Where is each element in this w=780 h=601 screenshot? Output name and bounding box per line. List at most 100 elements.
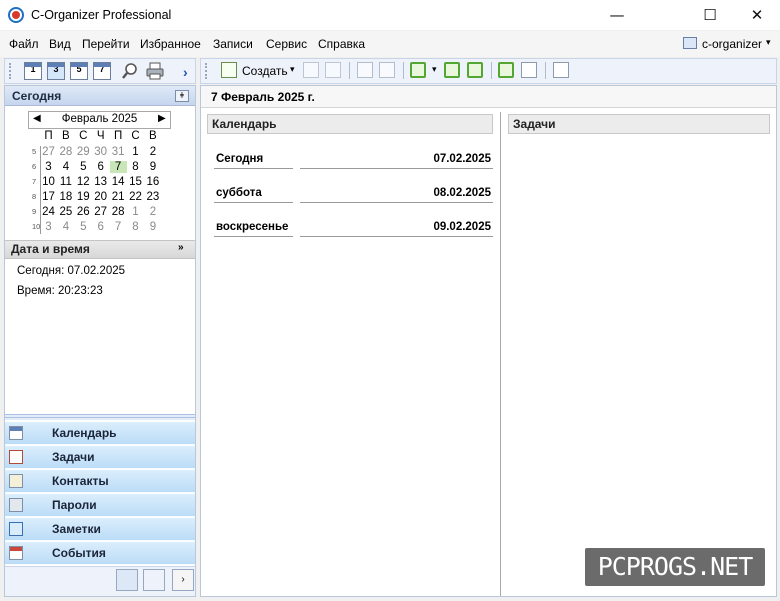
maximize-button[interactable]: ☐ [687,0,733,31]
calendar-day[interactable]: 8 [127,221,144,233]
menu-go[interactable]: Перейти [82,37,130,51]
calendar-day[interactable]: 26 [75,206,92,218]
calendar-day[interactable]: 6 [92,161,109,173]
view-5-days-button[interactable]: 5 [70,62,88,80]
day-name[interactable]: суббота [216,187,262,199]
search-icon[interactable] [121,62,139,80]
calendar-next-month-icon[interactable]: ▶ [158,113,166,124]
nav-events[interactable]: События [5,542,195,565]
calendar-day[interactable]: 10 [40,176,57,188]
toolbar-grip[interactable] [9,63,12,79]
calendar-day[interactable]: 4 [57,221,74,233]
calendar-day[interactable]: 28 [57,146,74,158]
menu-records[interactable]: Записи [213,37,253,51]
view-3-days-button[interactable]: 3 [47,62,65,80]
nav-notes[interactable]: Заметки [5,518,195,541]
pin-icon[interactable]: ǂ [175,90,189,102]
delete-icon[interactable] [325,62,341,78]
print-icon[interactable] [146,62,164,80]
calendar-day[interactable]: 15 [127,176,144,188]
calendar-day[interactable]: 22 [127,191,144,203]
calendar-day[interactable]: 13 [92,176,109,188]
nav-passwords[interactable]: Пароли [5,494,195,517]
calendar-day[interactable]: 25 [57,206,74,218]
events-view-icon[interactable] [467,62,483,78]
nav-contacts[interactable]: Контакты [5,470,195,493]
edit-icon[interactable] [303,62,319,78]
collapse-icon[interactable]: » [178,242,184,253]
profile-label[interactable]: c-organizer [702,37,762,51]
calendar-day[interactable]: 20 [92,191,109,203]
view-1-day-button[interactable]: 1 [24,62,42,80]
calendar-day[interactable]: 31 [110,146,127,158]
layout-icon[interactable] [553,62,569,78]
calendar-day[interactable]: 9 [144,161,161,173]
calendar-day[interactable]: 17 [40,191,57,203]
nav-contacts-label: Контакты [52,474,109,488]
calendar-day[interactable]: 1 [127,146,144,158]
calendar-prev-month-icon[interactable]: ◀ [33,113,41,124]
day-name[interactable]: Сегодня [216,153,263,165]
calendar-day[interactable]: 6 [92,221,109,233]
calendar-day[interactable]: 7 [109,161,127,173]
calendar-day[interactable]: 11 [57,176,74,188]
contacts-view-icon[interactable] [444,62,460,78]
calendar-day[interactable]: 24 [40,206,57,218]
day-date[interactable]: 07.02.2025 [300,153,491,165]
menu-help[interactable]: Справка [318,37,365,51]
calendar-day[interactable]: 21 [110,191,127,203]
calendar-day[interactable]: 9 [144,221,161,233]
calendar-day[interactable]: 2 [144,146,161,158]
toolbar-more-icon[interactable]: › [183,64,188,80]
calendar-day[interactable]: 27 [92,206,109,218]
view-7-days-button[interactable]: 7 [93,62,111,80]
calendar-day[interactable]: 16 [144,176,161,188]
calendar-day[interactable]: 5 [75,221,92,233]
create-button[interactable]: Создать [242,64,288,78]
calendar-day[interactable]: 30 [92,146,109,158]
menu-file[interactable]: Файл [9,37,39,51]
calendar-day[interactable]: 23 [144,191,161,203]
minimize-button[interactable]: — [594,0,640,31]
menu-favorites[interactable]: Избранное [140,37,201,51]
calendar-day[interactable]: 7 [110,221,127,233]
tasks-view-icon[interactable] [410,62,426,78]
calendar-day[interactable]: 3 [40,221,57,233]
calendar-day[interactable]: 4 [57,161,74,173]
day-date[interactable]: 08.02.2025 [300,187,491,199]
calendar-day[interactable]: 2 [144,206,161,218]
create-icon[interactable] [221,62,237,78]
menu-tools[interactable]: Сервис [266,37,307,51]
nav-tasks[interactable]: Задачи [5,446,195,469]
calendar-day[interactable]: 18 [57,191,74,203]
profile-icon[interactable] [683,37,697,49]
navigation-splitter[interactable] [5,414,195,420]
calendar-day[interactable]: 14 [110,176,127,188]
calendar-day[interactable]: 5 [75,161,92,173]
calendar-day[interactable]: 8 [127,161,144,173]
checklist-icon[interactable] [357,62,373,78]
calendar-settings-icon[interactable] [116,569,138,591]
checklist-green-icon[interactable] [498,62,514,78]
tasks-view-dropdown-icon[interactable]: ▾ [432,64,437,75]
nav-more-icon[interactable]: › [172,569,194,591]
profile-dropdown-icon[interactable]: ▾ [766,37,771,48]
recycle-bin-icon[interactable] [143,569,165,591]
create-dropdown-icon[interactable]: ▾ [290,64,295,75]
clipboard-icon[interactable] [379,62,395,78]
menu-view[interactable]: Вид [49,37,71,51]
notepad-icon[interactable] [521,62,537,78]
column-divider[interactable] [500,112,501,596]
calendar-day[interactable]: 19 [75,191,92,203]
calendar-day[interactable]: 3 [40,161,57,173]
calendar-day[interactable]: 29 [75,146,92,158]
calendar-day[interactable]: 27 [40,146,57,158]
nav-calendar[interactable]: Календарь [5,422,195,445]
main-toolbar-grip[interactable] [205,63,208,79]
calendar-day[interactable]: 1 [127,206,144,218]
day-name[interactable]: воскресенье [216,221,288,233]
close-button[interactable]: ✕ [734,0,780,31]
calendar-day[interactable]: 28 [110,206,127,218]
calendar-day[interactable]: 12 [75,176,92,188]
day-date[interactable]: 09.02.2025 [300,221,491,233]
